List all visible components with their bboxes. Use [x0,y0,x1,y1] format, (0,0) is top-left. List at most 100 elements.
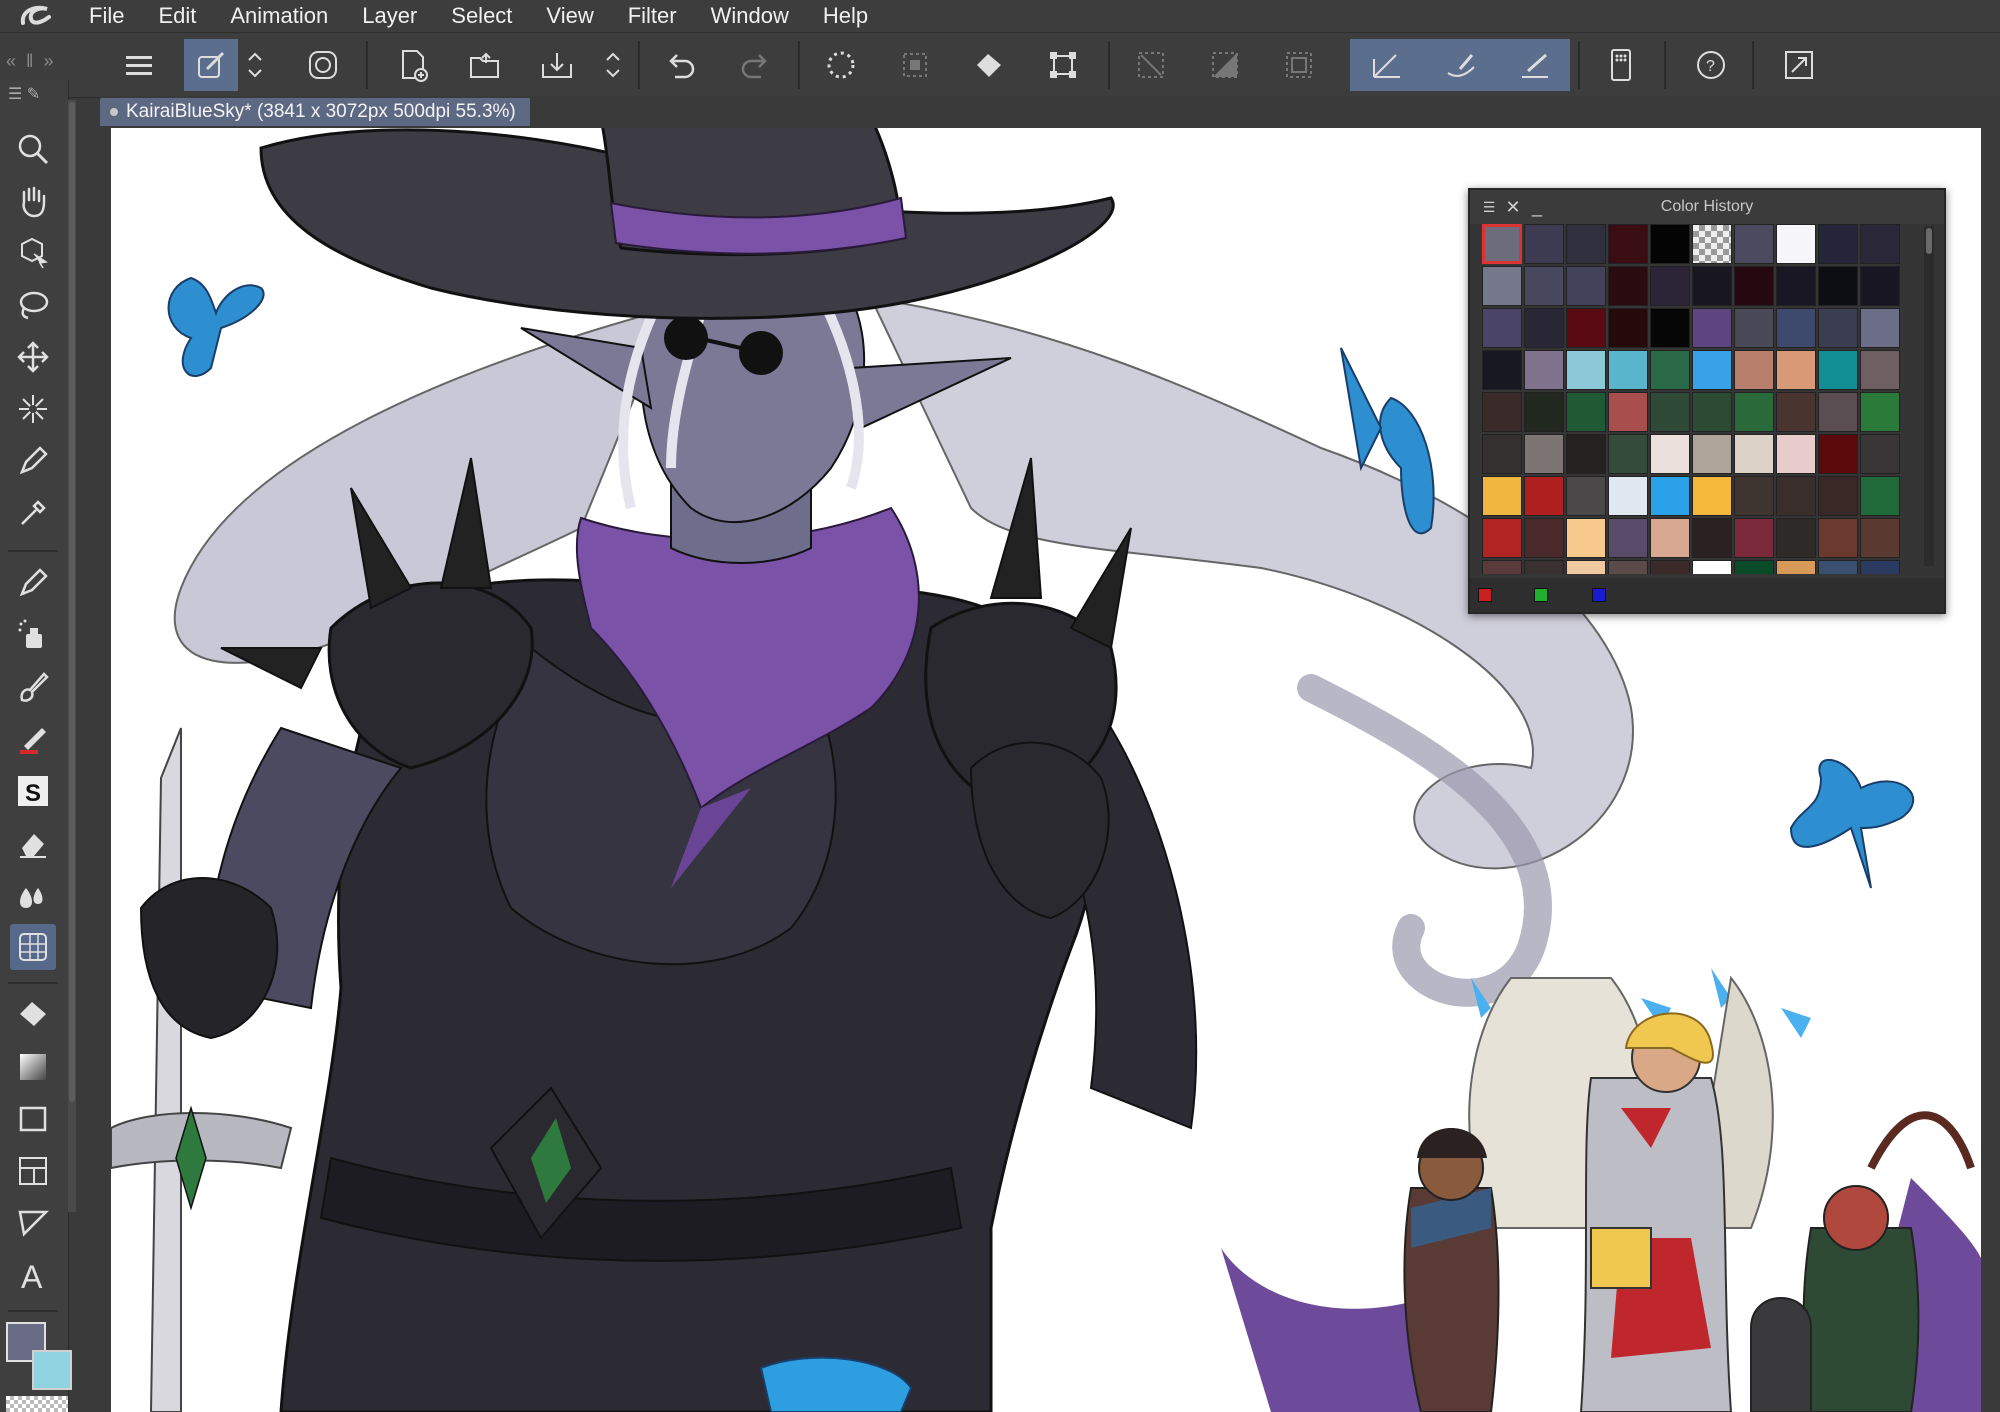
color-swatch[interactable] [1776,560,1816,574]
color-swatch[interactable] [1650,518,1690,558]
color-swatch[interactable] [1608,350,1648,390]
menu-icon[interactable] [112,39,166,91]
color-swatch[interactable] [1482,224,1522,264]
color-swatch[interactable] [1650,266,1690,306]
frame-icon[interactable] [10,1148,56,1194]
transform-icon[interactable] [1036,39,1090,91]
fullscreen-icon[interactable] [1772,39,1826,91]
color-swatch[interactable] [1524,560,1564,574]
color-swatch[interactable] [1650,224,1690,264]
color-swatch[interactable] [1776,350,1816,390]
color-swatch[interactable] [1608,266,1648,306]
fill-bucket-icon[interactable] [10,992,56,1038]
color-swatch[interactable] [1776,434,1816,474]
color-swatch[interactable] [1692,350,1732,390]
color-swatch[interactable] [1776,476,1816,516]
color-swatch[interactable] [1692,476,1732,516]
brush-icon[interactable] [10,664,56,710]
color-swatch[interactable] [1818,518,1858,558]
color-swatch[interactable] [1860,350,1900,390]
color-swatch[interactable] [1608,560,1648,574]
color-swatch[interactable] [1734,266,1774,306]
menu-help[interactable]: Help [806,0,885,32]
color-swatch[interactable] [1482,434,1522,474]
menu-select[interactable]: Select [434,0,529,32]
color-swatch[interactable] [1860,560,1900,574]
color-swatch[interactable] [1692,224,1732,264]
color-swatch[interactable] [1734,392,1774,432]
color-swatch[interactable] [1734,224,1774,264]
ruler-icon[interactable] [10,924,56,970]
color-swatch[interactable] [1524,308,1564,348]
balloon-icon[interactable] [10,1200,56,1246]
color-swatch[interactable] [1524,392,1564,432]
crop-icon[interactable] [1272,39,1326,91]
color-swatch[interactable] [1818,392,1858,432]
tool-palette-scrollbar[interactable] [68,100,76,1212]
color-swatch[interactable] [1608,392,1648,432]
sub-color-swatch[interactable] [32,1350,72,1390]
collapse-left-icon[interactable]: « [6,51,16,72]
airbrush-icon[interactable] [10,612,56,658]
color-swatch[interactable] [1776,518,1816,558]
rectangle-icon[interactable] [10,1096,56,1142]
color-swatch[interactable] [1650,560,1690,574]
collapse-right-icon[interactable]: » [43,51,53,72]
color-swatch[interactable] [1524,350,1564,390]
color-swatch[interactable] [1482,308,1522,348]
clear-icon[interactable] [1124,39,1178,91]
help-icon[interactable]: ? [1684,39,1738,91]
text-icon[interactable]: A [10,1252,56,1298]
color-swatch[interactable] [1692,266,1732,306]
smoothing-icon[interactable] [1434,39,1488,91]
color-swatch[interactable] [1860,266,1900,306]
color-swatch[interactable] [1776,392,1816,432]
color-swatch[interactable] [1482,266,1522,306]
drag-handle-icon[interactable]: ‖ [26,51,33,72]
palette-menu-icon[interactable]: ☰ ✎ [8,84,64,108]
color-swatch[interactable] [1818,476,1858,516]
color-swatch[interactable] [1482,350,1522,390]
fill-icon[interactable] [962,39,1016,91]
color-swatch[interactable] [1692,392,1732,432]
color-swatch[interactable] [1818,350,1858,390]
fill-selection-icon[interactable] [1198,39,1252,91]
color-swatch[interactable] [1650,476,1690,516]
marker-icon[interactable] [10,560,56,606]
color-swatch[interactable] [1524,266,1564,306]
menu-filter[interactable]: Filter [611,0,694,32]
blend-icon[interactable] [10,872,56,918]
zoom-icon[interactable] [10,126,56,172]
decoration-icon[interactable] [10,716,56,762]
color-swatch[interactable] [1608,476,1648,516]
color-swatch[interactable] [1650,308,1690,348]
move-icon[interactable] [10,334,56,380]
menu-edit[interactable]: Edit [141,0,213,32]
hand-icon[interactable] [10,178,56,224]
color-swatch[interactable] [1734,434,1774,474]
undo-icon[interactable] [654,39,708,91]
color-swatch[interactable] [1524,518,1564,558]
color-history-scrollbar[interactable] [1924,226,1934,566]
color-swatch[interactable] [1524,224,1564,264]
color-swatch[interactable] [1566,392,1606,432]
color-swatch[interactable] [1734,560,1774,574]
color-swatch[interactable] [1692,560,1732,574]
color-swatch[interactable] [1482,476,1522,516]
color-swatch[interactable] [1608,308,1648,348]
pressure-icon[interactable] [1508,39,1562,91]
save-icon[interactable] [530,39,584,91]
color-swatch[interactable] [1734,476,1774,516]
deselect-icon[interactable] [888,39,942,91]
color-swatch[interactable] [1566,434,1606,474]
spiral-icon[interactable] [296,39,350,91]
scrollbar-thumb[interactable] [69,102,75,1102]
color-swatch[interactable] [1524,434,1564,474]
color-swatch[interactable] [1692,308,1732,348]
color-swatch[interactable] [1608,224,1648,264]
color-swatch[interactable] [1566,560,1606,574]
color-swatch[interactable] [1818,224,1858,264]
color-swatch[interactable] [1608,518,1648,558]
color-swatch[interactable] [1566,308,1606,348]
open-icon[interactable] [458,39,512,91]
